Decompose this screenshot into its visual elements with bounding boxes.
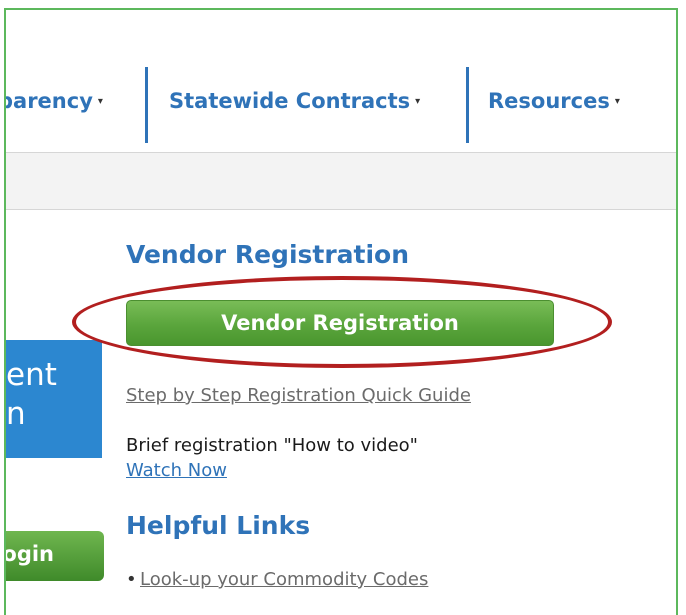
watch-now-link[interactable]: Watch Now bbox=[126, 460, 227, 481]
vendor-registration-button[interactable]: Vendor Registration bbox=[126, 300, 554, 346]
panel-line: n bbox=[6, 396, 26, 432]
nav-item-transparency[interactable]: parency ▾ bbox=[4, 89, 103, 113]
vendor-registration-heading: Vendor Registration bbox=[126, 240, 410, 269]
helpful-links-heading: Helpful Links bbox=[126, 511, 311, 540]
page-frame: parency ▾ Statewide Contracts ▾ Resources ▾… bbox=[4, 8, 678, 615]
nav-item-label: parency bbox=[4, 89, 93, 113]
commodity-codes-link[interactable]: Look-up your Commodity Codes bbox=[140, 569, 428, 590]
nav-item-label: Resources bbox=[488, 89, 610, 113]
nav-separator bbox=[145, 67, 148, 143]
nav-separator bbox=[466, 67, 469, 143]
panel-line: ent bbox=[6, 357, 57, 393]
caret-down-icon: ▾ bbox=[614, 96, 620, 107]
sub-navigation-bar bbox=[6, 152, 676, 210]
login-button[interactable]: ogin bbox=[6, 531, 104, 581]
quick-guide-link[interactable]: Step by Step Registration Quick Guide bbox=[126, 385, 471, 406]
bullet-icon: • bbox=[126, 569, 137, 590]
nav-item-resources[interactable]: Resources ▾ bbox=[488, 89, 620, 113]
nav-item-label: Statewide Contracts bbox=[169, 89, 411, 113]
top-navigation: parency ▾ Statewide Contracts ▾ Resources ▾ bbox=[6, 10, 676, 152]
blue-info-panel[interactable]: ent n bbox=[6, 340, 102, 458]
caret-down-icon: ▾ bbox=[97, 96, 103, 107]
video-description: Brief registration "How to video" bbox=[126, 435, 418, 456]
nav-item-statewide-contracts[interactable]: Statewide Contracts ▾ bbox=[169, 89, 420, 113]
caret-down-icon: ▾ bbox=[415, 96, 421, 107]
